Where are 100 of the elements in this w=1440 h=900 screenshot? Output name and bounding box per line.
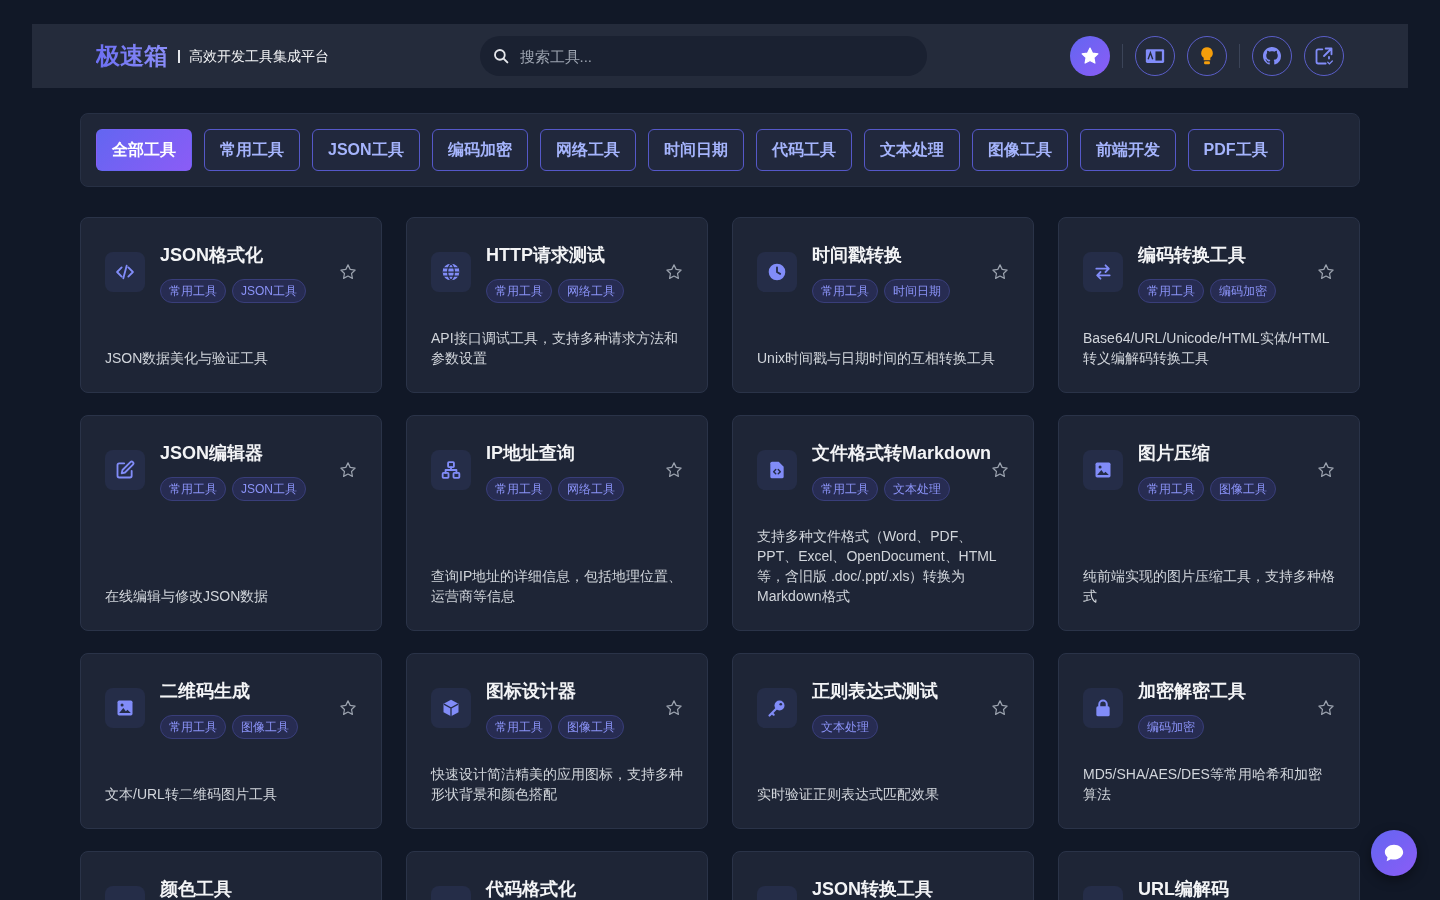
network-icon [431, 450, 471, 490]
category-tag: 常用工具 [160, 279, 226, 303]
category-tag: 文本处理 [884, 477, 950, 501]
category-tag: 常用工具 [1138, 279, 1204, 303]
tool-card[interactable]: 编码转换工具 常用工具 编码加密 Base64/URL/Unicode/HTML实体/HTML转义编解码转换工具 [1058, 217, 1360, 393]
exchange-arrows-icon [1083, 252, 1123, 292]
tool-description: 在线编辑与修改JSON数据 [105, 587, 270, 606]
star-icon[interactable] [339, 461, 357, 479]
tool-description: 快速设计简洁精美的应用图标，支持多种形状背景和颜色搭配 [431, 765, 683, 804]
star-icon[interactable] [339, 263, 357, 281]
tool-card[interactable]: 文件格式转Markdown 常用工具 文本处理 支持多种文件格式（Word、PDF、PPT、Excel、OpenDocument、HTML等，含旧版 .doc/.ppt/.xls）转换为Markdown格式 [732, 415, 1034, 631]
tool-card[interactable]: 二维码生成 常用工具 图像工具 文本/URL转二维码图片工具 [80, 653, 382, 829]
tool-title: 时间戳转换 [812, 244, 903, 267]
tool-title: URL编解码 [1138, 878, 1230, 900]
tool-description: JSON数据美化与验证工具 [105, 349, 270, 368]
tool-description: 查询IP地址的详细信息，包括地理位置、运营商等信息 [431, 567, 683, 606]
star-icon[interactable] [991, 263, 1009, 281]
tool-card[interactable]: 加密解密工具 编码加密 MD5/SHA/AES/DES等常用哈希和加密算法 [1058, 653, 1360, 829]
tool-title: 编码转换工具 [1138, 244, 1247, 267]
category-filter-button[interactable]: PDF工具 [1187, 129, 1284, 171]
category-filter-button[interactable]: JSON工具 [312, 129, 420, 171]
search-field[interactable]: 搜索工具... [479, 36, 927, 76]
logo-text[interactable]: 极速箱 [96, 41, 168, 71]
tool-title: JSON转换工具 [812, 878, 935, 900]
tool-title: HTTP请求测试 [486, 244, 606, 267]
tool-description: Base64/URL/Unicode/HTML实体/HTML转义编解码转换工具 [1083, 329, 1331, 368]
globe-icon [431, 252, 471, 292]
category-tag: 网络工具 [558, 477, 624, 501]
tool-title: 二维码生成 [160, 680, 251, 703]
favorites-button[interactable] [1070, 36, 1110, 76]
github-icon [1263, 47, 1281, 65]
category-tag: 图像工具 [1210, 477, 1276, 501]
chat-bubble-icon [1383, 842, 1405, 864]
star-icon[interactable] [339, 699, 357, 717]
tool-title: IP地址查询 [486, 442, 576, 465]
chat-button[interactable] [1371, 830, 1417, 876]
tool-card[interactable]: URL编解码 [1058, 851, 1360, 900]
star-icon[interactable] [1317, 461, 1335, 479]
tool-title: 正则表达式测试 [812, 680, 939, 703]
tool-description: 文本/URL转二维码图片工具 [105, 785, 278, 804]
category-filter-button[interactable]: 编码加密 [431, 129, 528, 171]
star-icon[interactable] [1317, 699, 1335, 717]
category-tag: 常用工具 [1138, 477, 1204, 501]
search-icon [491, 47, 510, 65]
star-icon[interactable] [665, 699, 683, 717]
category-tag: 常用工具 [486, 477, 552, 501]
tool-card[interactable]: 代码格式化 [406, 851, 708, 900]
file-code-icon [757, 450, 797, 490]
category-filter-button[interactable]: 文本处理 [863, 129, 960, 171]
tool-description: MD5/SHA/AES/DES等常用哈希和加密算法 [1083, 765, 1323, 804]
tool-description: 纯前端实现的图片压缩工具，支持多种格式 [1083, 567, 1335, 606]
tool-title: 加密解密工具 [1138, 680, 1247, 703]
star-icon [1080, 46, 1100, 66]
tool-card[interactable]: 正则表达式测试 文本处理 实时验证正则表达式匹配效果 [732, 653, 1034, 829]
tool-title: 图标设计器 [486, 680, 577, 703]
category-filter-button[interactable]: 全部工具 [96, 129, 192, 171]
tool-card[interactable]: JSON转换工具 [732, 851, 1034, 900]
tool-description: 支持多种文件格式（Word、PDF、PPT、Excel、OpenDocument、HTML等，含旧版 .doc/.ppt/.xls）转换为Markdown格式 [757, 527, 998, 606]
star-icon[interactable] [665, 461, 683, 479]
tool-card[interactable]: IP地址查询 常用工具 网络工具 查询IP地址的详细信息，包括地理位置、运营商等信息 [406, 415, 708, 631]
category-filter-button[interactable]: 前端开发 [1079, 129, 1176, 171]
category-tag: 编码加密 [1210, 279, 1276, 303]
category-filter-button[interactable]: 常用工具 [204, 129, 300, 171]
category-filter-button[interactable]: 时间日期 [647, 129, 744, 171]
tool-title: 文件格式转Markdown [812, 442, 991, 465]
tool-description: API接口调试工具，支持多种请求方法和参数设置 [431, 329, 679, 368]
tool-card[interactable]: JSON格式化 常用工具 JSON工具 JSON数据美化与验证工具 [80, 217, 382, 393]
tool-title: 代码格式化 [486, 878, 577, 900]
key-icon [757, 688, 797, 728]
star-icon[interactable] [991, 699, 1009, 717]
category-tag: 编码加密 [1138, 715, 1204, 739]
category-tag: 常用工具 [812, 279, 878, 303]
tool-card[interactable]: 颜色工具 [80, 851, 382, 900]
tool-card[interactable]: 图片压缩 常用工具 图像工具 纯前端实现的图片压缩工具，支持多种格式 [1058, 415, 1360, 631]
category-tag: JSON工具 [232, 477, 306, 501]
star-icon[interactable] [991, 461, 1009, 479]
star-icon[interactable] [665, 263, 683, 281]
tool-card[interactable]: 时间戳转换 常用工具 时间日期 Unix时间戳与日期时间的互相转换工具 [732, 217, 1034, 393]
category-tag: JSON工具 [232, 279, 306, 303]
clock-icon [757, 252, 797, 292]
category-filter-button[interactable]: 图像工具 [971, 129, 1068, 171]
category-tag: 常用工具 [160, 477, 226, 501]
category-tag: 常用工具 [812, 477, 878, 501]
tool-title: JSON格式化 [160, 244, 265, 267]
category-filter-button[interactable]: 代码工具 [755, 129, 852, 171]
category-tag: 文本处理 [812, 715, 878, 739]
tool-card[interactable]: JSON编辑器 常用工具 JSON工具 在线编辑与修改JSON数据 [80, 415, 382, 631]
tool-description: 实时验证正则表达式匹配效果 [757, 785, 940, 804]
code-icon [105, 252, 145, 292]
category-tag: 常用工具 [486, 279, 552, 303]
lock-icon [1083, 688, 1123, 728]
category-tag: 网络工具 [558, 279, 624, 303]
category-tag: 图像工具 [558, 715, 624, 739]
tagline-text: 高效开发工具集成平台 [178, 49, 329, 63]
star-icon[interactable] [1317, 263, 1335, 281]
tool-card[interactable]: 图标设计器 常用工具 图像工具 快速设计简洁精美的应用图标，支持多种形状背景和颜色搭配 [406, 653, 708, 829]
cube-icon [431, 688, 471, 728]
category-filter-button[interactable]: 网络工具 [539, 129, 636, 171]
tool-card[interactable]: HTTP请求测试 常用工具 网络工具 API接口调试工具，支持多种请求方法和参数设置 [406, 217, 708, 393]
external-link-icon [1314, 46, 1334, 66]
